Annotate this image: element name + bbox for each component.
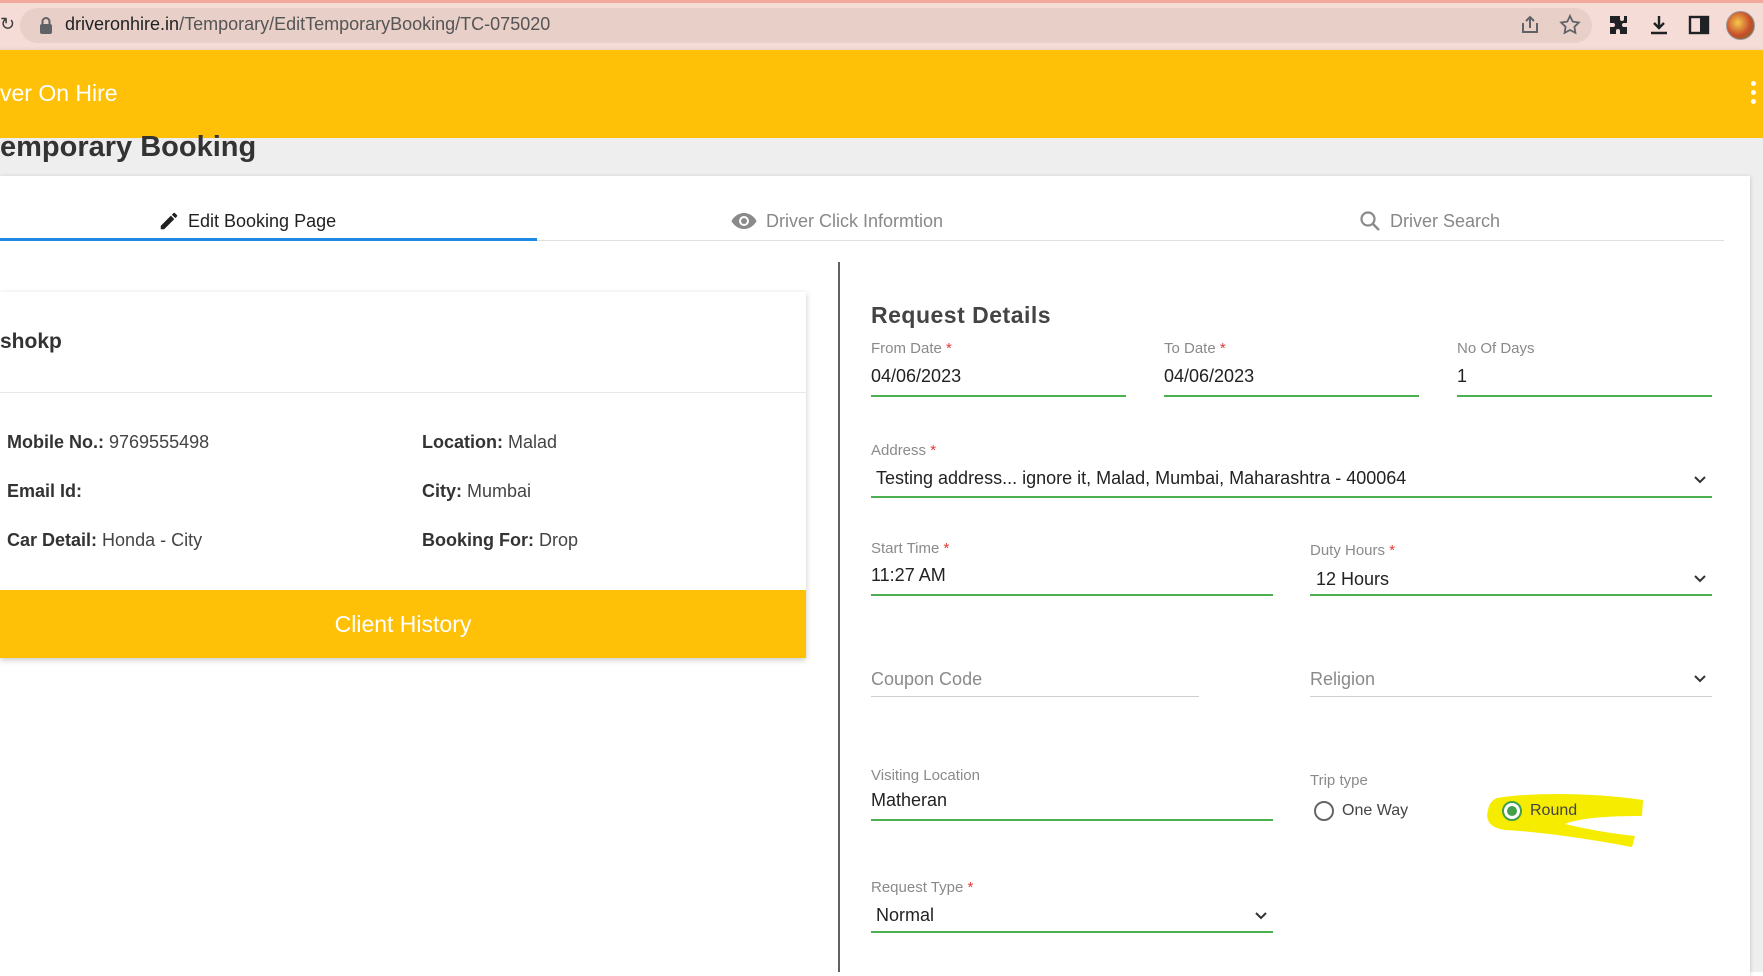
to-date-label: To Date * [1164, 340, 1226, 357]
profile-avatar[interactable] [1726, 11, 1755, 40]
from-date-label-text: From Date [871, 340, 942, 357]
duty-hours-label-text: Duty Hours [1310, 542, 1386, 559]
address-select[interactable]: Testing address... ignore it, Malad, Mum… [876, 468, 1406, 489]
duty-hours-select[interactable]: 12 Hours [1316, 569, 1389, 590]
address-underline [871, 496, 1712, 498]
browser-tab-strip [0, 0, 1763, 3]
trip-type-one-way-label[interactable]: One Way [1342, 802, 1408, 820]
chevron-down-icon[interactable] [1693, 574, 1707, 584]
to-date-input[interactable]: 04/06/2023 [1164, 366, 1254, 387]
duty-hours-label: Duty Hours * [1310, 542, 1395, 559]
chevron-down-icon[interactable] [1693, 475, 1707, 485]
pencil-icon [160, 212, 178, 230]
chevron-down-icon[interactable] [1254, 911, 1268, 921]
required-mark: * [1219, 340, 1226, 357]
request-type-label-text: Request Type [871, 879, 964, 896]
mobile-label: Mobile No.: [7, 432, 104, 452]
email-label: Email Id: [7, 481, 83, 501]
trip-type-label: Trip type [1310, 772, 1368, 789]
request-type-underline [871, 931, 1273, 933]
client-history-button[interactable]: Client History [0, 590, 806, 658]
client-booking-for: Booking For: Drop [422, 530, 578, 551]
url-text[interactable]: driveronhire.in/Temporary/EditTemporaryB… [65, 14, 550, 35]
more-menu-icon[interactable] [1750, 81, 1758, 107]
client-city: City: Mumbai [422, 481, 531, 502]
share-icon[interactable] [1518, 13, 1542, 37]
page-title: emporary Booking [0, 131, 257, 163]
to-date-label-text: To Date [1164, 340, 1216, 357]
star-icon[interactable] [1558, 13, 1582, 37]
to-date-underline [1164, 395, 1419, 397]
extensions-icon[interactable] [1607, 13, 1631, 37]
address-label: Address * [871, 442, 936, 459]
start-time-underline [871, 594, 1273, 596]
religion-select[interactable]: Religion [1310, 669, 1375, 690]
chevron-down-icon[interactable] [1693, 674, 1707, 684]
required-mark: * [946, 340, 952, 357]
city-value: Mumbai [467, 481, 532, 501]
visiting-location-underline [871, 819, 1273, 821]
start-time-label: Start Time * [871, 540, 949, 557]
duty-hours-underline [1310, 594, 1712, 596]
car-label: Car Detail: [7, 530, 98, 550]
required-mark: * [930, 442, 937, 459]
no-of-days-input[interactable]: 1 [1457, 366, 1467, 387]
reload-icon[interactable]: ↻ [0, 14, 15, 35]
client-location: Location: Malad [422, 432, 557, 453]
lock-icon [40, 17, 52, 34]
visiting-location-label: Visiting Location [871, 767, 980, 784]
active-tab-indicator [0, 238, 537, 241]
start-time-label-text: Start Time [871, 540, 940, 557]
eye-icon [731, 213, 757, 229]
client-mobile: Mobile No.: 9769555498 [7, 432, 209, 453]
trip-type-round-label[interactable]: Round [1530, 802, 1577, 820]
app-title[interactable]: ver On Hire [0, 80, 118, 107]
client-card-divider [0, 392, 806, 393]
start-time-input[interactable]: 11:27 AM [871, 565, 946, 586]
booking-for-label: Booking For: [422, 530, 534, 550]
from-date-underline [871, 395, 1126, 397]
city-label: City: [422, 481, 462, 501]
tab-edit-booking[interactable]: Edit Booking Page [158, 202, 336, 240]
side-panel-icon[interactable] [1687, 13, 1711, 37]
request-type-label: Request Type * [871, 879, 973, 896]
mobile-value: 9769555498 [109, 432, 210, 452]
app-header: ver On Hire [0, 50, 1763, 138]
no-of-days-underline [1457, 395, 1712, 397]
required-mark: * [943, 540, 950, 557]
no-of-days-label: No Of Days [1457, 340, 1535, 357]
tab-driver-click-information[interactable]: Driver Click Informtion [730, 202, 943, 240]
download-icon[interactable] [1647, 13, 1671, 37]
required-mark: * [1389, 542, 1396, 559]
client-name: shokp [0, 330, 62, 353]
location-label: Location: [422, 432, 503, 452]
url-host: driveronhire.in [65, 14, 180, 34]
from-date-label: From Date * [871, 340, 952, 357]
car-value: Honda - City [102, 530, 203, 550]
column-divider [838, 262, 840, 972]
booking-for-value: Drop [539, 530, 579, 550]
client-car: Car Detail: Honda - City [7, 530, 202, 551]
request-details-title: Request Details [871, 302, 1052, 328]
tab-label: Driver Click Informtion [766, 210, 944, 231]
trip-type-round-radio[interactable] [1502, 801, 1522, 821]
visiting-location-input[interactable]: Matheran [871, 790, 947, 811]
tab-label: Edit Booking Page [188, 210, 337, 231]
tab-driver-search[interactable]: Driver Search [1358, 202, 1500, 240]
required-mark: * [967, 879, 974, 896]
coupon-code-underline [871, 696, 1199, 697]
religion-underline [1310, 696, 1712, 697]
trip-type-one-way-radio[interactable] [1314, 801, 1334, 821]
url-path: /Temporary/EditTemporaryBooking/TC-07502… [179, 14, 551, 34]
coupon-code-input[interactable]: Coupon Code [871, 669, 982, 690]
client-email: Email Id: [7, 481, 82, 502]
location-value: Malad [508, 432, 558, 452]
address-label-text: Address [871, 442, 927, 459]
search-icon [1360, 211, 1380, 231]
from-date-input[interactable]: 04/06/2023 [871, 366, 961, 387]
request-type-select[interactable]: Normal [876, 905, 934, 926]
tab-label: Driver Search [1390, 210, 1501, 231]
